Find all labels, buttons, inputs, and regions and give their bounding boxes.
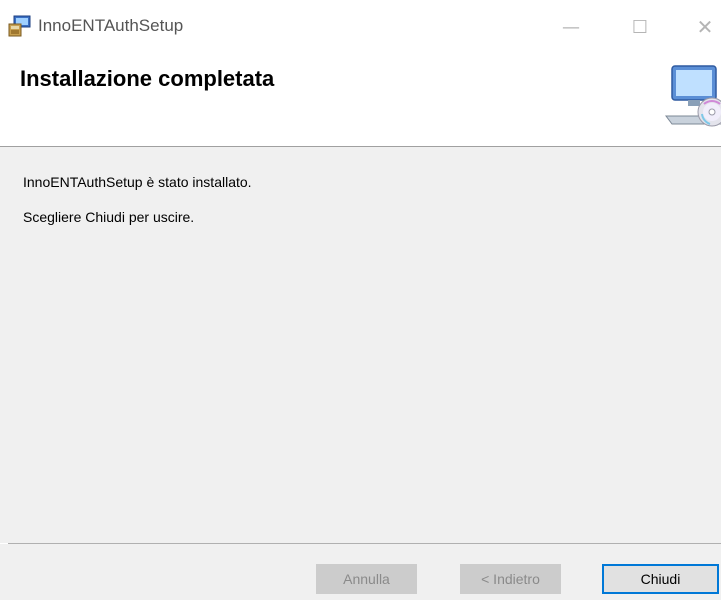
maximize-button[interactable]: ☐ (620, 10, 660, 44)
title-bar[interactable]: InnoENTAuthSetup — ☐ ✕ (0, 0, 721, 54)
computer-cd-setup-icon (665, 65, 721, 127)
minimize-button[interactable]: — (551, 10, 591, 44)
maximize-icon: ☐ (631, 16, 649, 38)
close-icon: ✕ (696, 15, 714, 39)
window-title: InnoENTAuthSetup (38, 16, 184, 35)
cancel-button[interactable]: Annulla (316, 564, 417, 594)
installed-message: InnoENTAuthSetup è stato installato. (23, 174, 252, 190)
minimize-icon: — (562, 16, 580, 38)
close-button[interactable]: Chiudi (602, 564, 719, 594)
header-banner: Installazione completata (0, 54, 721, 146)
button-bar: Annulla < Indietro Chiudi (0, 544, 721, 600)
content-area: InnoENTAuthSetup è stato installato. Sce… (0, 147, 721, 543)
close-window-button[interactable]: ✕ (685, 10, 721, 44)
installer-app-icon (8, 15, 31, 37)
exit-instruction: Scegliere Chiudi per uscire. (23, 209, 195, 225)
back-button[interactable]: < Indietro (460, 564, 561, 594)
page-heading: Installazione completata (20, 66, 275, 91)
